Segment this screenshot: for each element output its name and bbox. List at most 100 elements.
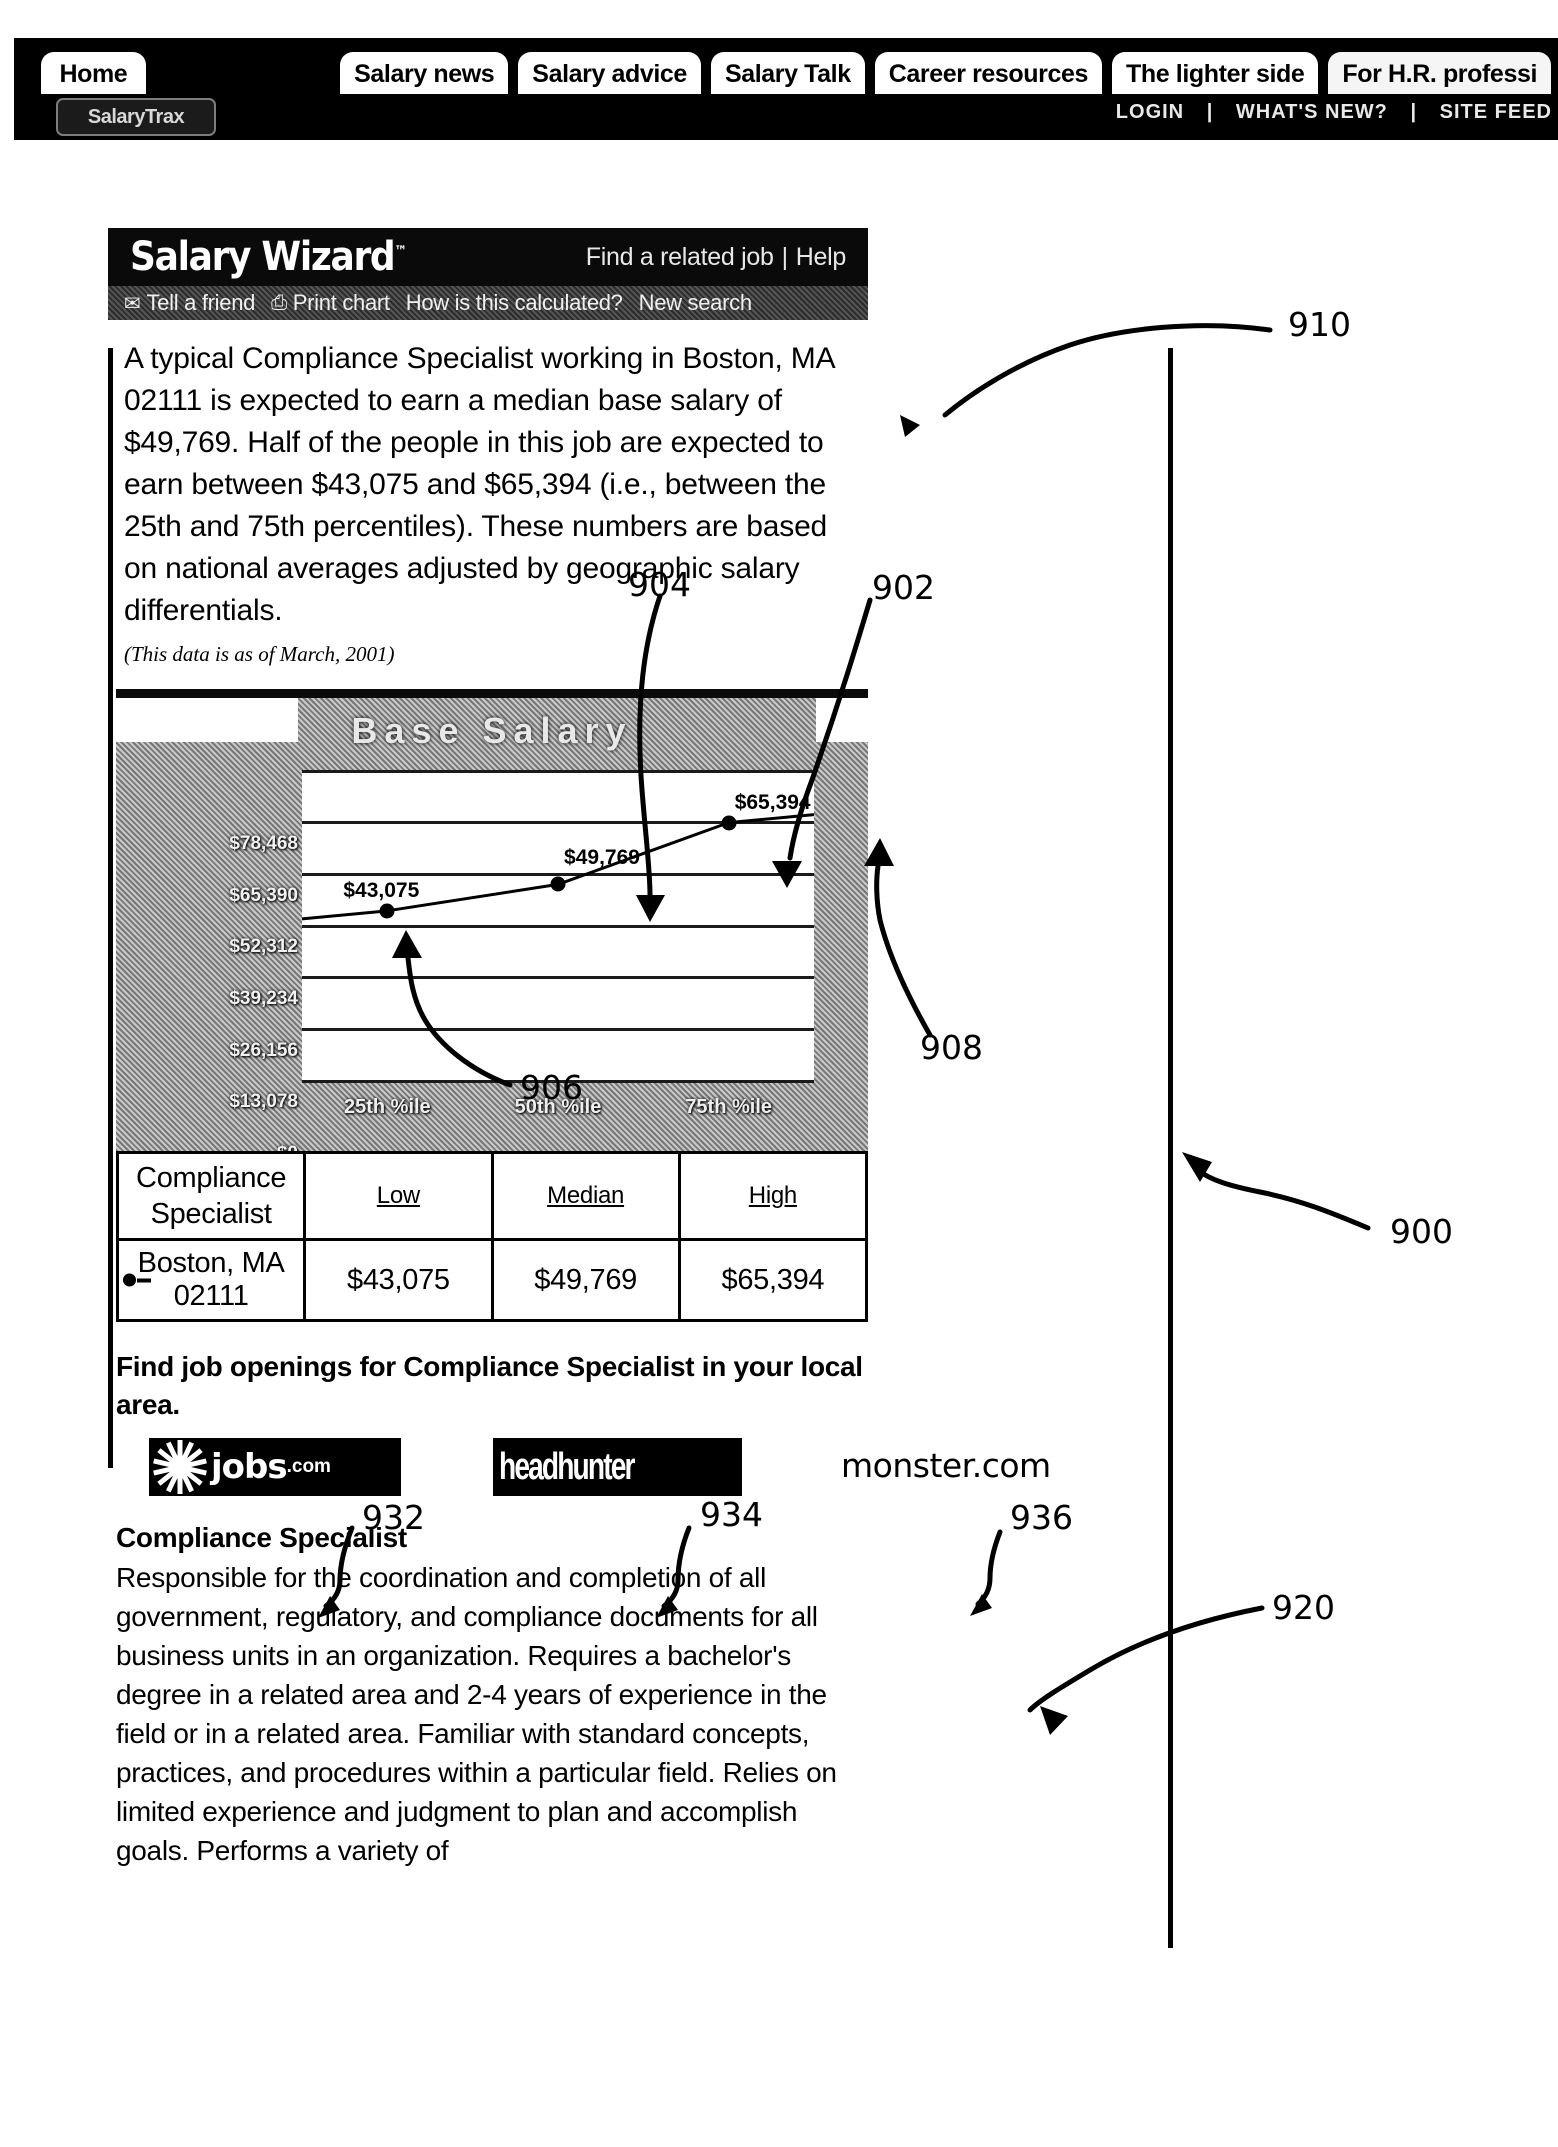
chart-y-tick-label: $78,468 [229, 833, 298, 854]
jobs-com-logo-suffix: .com [286, 1456, 331, 1477]
chart-y-tick-label: $26,156 [229, 1039, 298, 1061]
table-cell-median: $49,769 [490, 1238, 681, 1322]
find-related-job-link[interactable]: Find a related job [586, 243, 774, 271]
nav-tab-for-hr-professionals[interactable]: For H.R. professi [1325, 49, 1554, 94]
table-header-job-title: Compliance Specialist [115, 1151, 307, 1241]
whats-new-link[interactable]: WHAT'S NEW? [1236, 101, 1388, 123]
wizard-link-separator: | [781, 243, 789, 271]
nav-tab-home[interactable]: Home [38, 49, 149, 94]
headhunter-logo-text: headhunter [499, 1445, 635, 1488]
salary-wizard-toolbar: ✉ Tell a friend ⎙ Print chart How is thi… [108, 286, 868, 320]
chart-x-tick-label: 25th %ile [343, 1096, 431, 1118]
chart-data-point [550, 876, 566, 892]
arrowhead-910 [900, 415, 920, 437]
tell-a-friend-label: Tell a friend [146, 290, 256, 315]
table-header-high-text: High [748, 1182, 797, 1209]
nav-tab-the-lighter-side[interactable]: The lighter side [1109, 49, 1322, 94]
leader-910 [942, 323, 1273, 418]
leader-908 [874, 863, 933, 1038]
site-feed-link[interactable]: SITE FEED [1440, 101, 1552, 123]
chart-title: Base Salary [351, 710, 633, 751]
table-header-median-text: Median [547, 1182, 625, 1209]
nav-tab-salary-advice[interactable]: Salary advice [515, 49, 704, 94]
annotation-936-label: 936 [1010, 1498, 1073, 1537]
table-cell-low: $43,075 [303, 1238, 494, 1322]
trademark-symbol: ™ [394, 243, 407, 260]
printer-icon: ⎙ [271, 291, 287, 314]
job-board-logo-row: jobs .com headhunter monster.com [116, 1438, 1051, 1500]
chart-x-tick-label: 75th %ile [685, 1096, 773, 1118]
monster-com-logo[interactable]: monster.com [841, 1446, 1051, 1485]
chart-y-tick-label: $65,390 [229, 884, 298, 906]
jobs-com-logo[interactable]: jobs .com [149, 1438, 401, 1496]
salary-wizard-header: Salary Wizard™ Find a related job | Help [108, 228, 868, 286]
login-link[interactable]: LOGIN [1116, 101, 1184, 123]
new-search-label: New search [638, 290, 752, 315]
salary-summary-table: Compliance Specialist Low Median High Bo… [115, 1151, 869, 1322]
nav-tab-gap [153, 49, 333, 94]
job-description-title: Compliance Specialist [116, 1522, 407, 1553]
salary-wizard-logo-text: Salary Wizard [130, 234, 396, 280]
annotation-900-label: 900 [1390, 1212, 1453, 1251]
sunburst-icon [149, 1438, 211, 1496]
utility-links: LOGIN | WHAT'S NEW? | SITE FEED [1116, 101, 1552, 124]
chart-series-line [302, 813, 814, 921]
leader-900 [1195, 1167, 1371, 1231]
salary-wizard-panel: Salary Wizard™ Find a related job | Help ✉… [108, 228, 1051, 1870]
salary-summary-paragraph: A typical Compliance Specialist working … [124, 342, 834, 627]
table-cell-high: $65,394 [677, 1238, 869, 1322]
jobs-com-logo-text: jobs [211, 1447, 288, 1487]
utility-separator-1: | [1206, 101, 1214, 123]
arrowhead-908 [864, 838, 894, 866]
chart-data-point [379, 903, 395, 919]
find-job-openings-heading: Find job openings for Compliance Special… [116, 1351, 863, 1420]
chart-plot-area: $43,075 $49,769 $65,394 [302, 769, 814, 1083]
chart-y-tick-label: $39,234 [229, 988, 298, 1009]
table-cell-location-text: Boston, MA 02111 [137, 1247, 285, 1312]
print-chart-button[interactable]: ⎙ Print chart [271, 290, 390, 316]
job-description-body: Responsible for the coordination and com… [116, 1562, 837, 1866]
table-header-row: Compliance Specialist Low Median High [115, 1151, 869, 1241]
chart-data-point [721, 815, 737, 831]
annotation-920-label: 920 [1272, 1588, 1335, 1627]
leader-920 [1027, 1605, 1265, 1713]
salarytrax-button[interactable]: SalaryTrax [56, 98, 216, 136]
help-link[interactable]: Help [796, 243, 847, 271]
table-cell-location: Boston, MA 02111 [115, 1238, 307, 1322]
nav-tab-salary-talk[interactable]: Salary Talk [707, 49, 868, 94]
chart-x-tick-label: 50th %ile [514, 1096, 602, 1118]
table-header-high: High [677, 1151, 869, 1241]
annotation-910-label: 910 [1288, 305, 1351, 344]
nav-tab-salary-news[interactable]: Salary news [337, 49, 512, 94]
site-top-navigation: Home Salary news Salary advice Salary Ta… [14, 38, 1558, 140]
arrowhead-936 [970, 1594, 992, 1616]
utility-separator-2: | [1410, 101, 1418, 123]
table-header-low: Low [303, 1151, 494, 1241]
annotation-902-label: 902 [872, 568, 935, 607]
chart-data-label: $65,394 [734, 790, 811, 814]
how-is-this-calculated-button[interactable]: How is this calculated? [406, 290, 623, 316]
headhunter-logo[interactable]: headhunter [493, 1438, 742, 1496]
new-search-button[interactable]: New search [639, 290, 752, 316]
data-as-of-note: (This data is as of March, 2001) [124, 642, 395, 666]
chart-data-label: $43,075 [343, 878, 420, 902]
chart-data-label: $49,769 [564, 846, 640, 870]
print-chart-label: Print chart [292, 290, 390, 315]
base-salary-chart: Base Salary $78,468 $65,390 $52,312 $39,234… [116, 689, 868, 1151]
page-right-rule [1168, 348, 1173, 1948]
envelope-icon: ✉ [124, 292, 141, 315]
nav-tab-career-resources[interactable]: Career resources [871, 49, 1106, 94]
salary-wizard-logo: Salary Wizard™ [130, 234, 407, 280]
row-bullet-icon [123, 1273, 151, 1287]
arrowhead-920 [1040, 1706, 1068, 1735]
table-row: Boston, MA 02111 $43,075 $49,769 $65,394 [115, 1238, 869, 1322]
chart-y-tick-label: $0 [277, 1143, 298, 1151]
primary-tab-strip: Home Salary news Salary advice Salary Ta… [14, 38, 1558, 94]
wizard-header-links: Find a related job | Help [586, 243, 847, 272]
leader-936 [975, 1529, 1003, 1607]
secondary-navigation-bar: SalaryTrax LOGIN | WHAT'S NEW? | SITE FE… [14, 94, 1558, 140]
chart-y-tick-label: $13,078 [229, 1091, 298, 1113]
annotation-908-label: 908 [920, 1028, 983, 1067]
tell-a-friend-button[interactable]: ✉ Tell a friend [124, 290, 255, 316]
chart-y-tick-label: $52,312 [229, 936, 298, 958]
